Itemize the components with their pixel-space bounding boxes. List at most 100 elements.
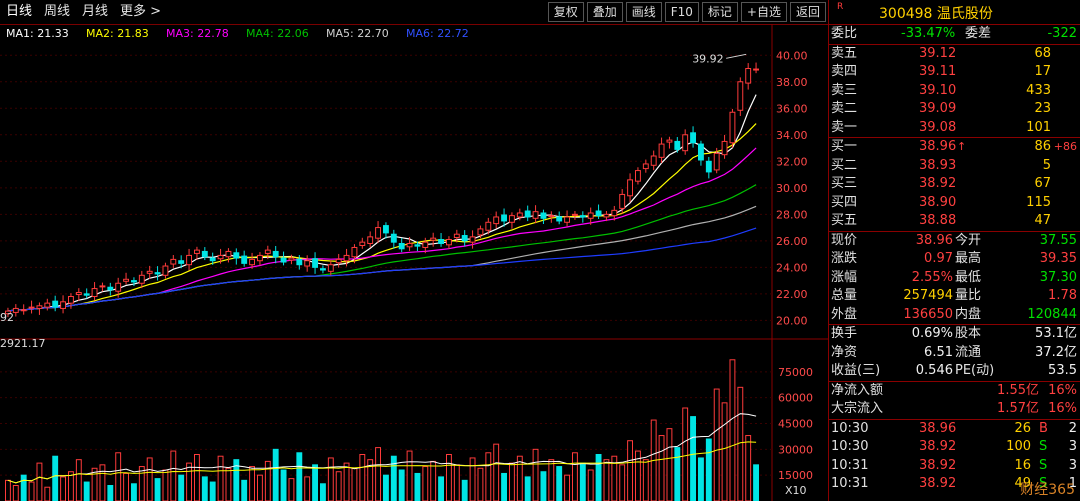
ask-book: 卖五 39.12 68 卖四 39.11 17 卖三 39.10 433 卖二 39.09 23 卖一 3… <box>829 45 1080 138</box>
volume-bar <box>327 457 334 501</box>
volume-bar <box>438 476 445 501</box>
candle <box>650 150 657 171</box>
volume-bar <box>619 464 626 501</box>
fundamental-label: 收益(三) <box>831 363 881 378</box>
weicha-label: 委差 <box>965 26 992 41</box>
price-tick-label: 38.00 <box>776 76 808 89</box>
volume-bar <box>469 457 476 501</box>
add-watchlist-button[interactable]: +自选 <box>740 2 787 22</box>
candle <box>430 232 437 247</box>
candle <box>52 295 59 312</box>
bid-price: 38.96 <box>919 139 957 154</box>
stat-label: 现价 <box>831 232 858 248</box>
candle <box>75 288 82 302</box>
price-stats: 现价 38.96 今开 37.55 涨跌 0.97 最高 39.35 涨幅 2.55% 最低 37.3… <box>829 232 1080 325</box>
fundamental-value: 0.546 <box>915 363 953 378</box>
bid-row: 买五 38.88 47 <box>829 212 1080 231</box>
candle <box>375 221 382 244</box>
volume-bar <box>587 469 594 501</box>
bid-row: 买三 38.92 67 <box>829 175 1080 194</box>
adjust-button[interactable]: 复权 <box>547 2 584 22</box>
bid-label: 买三 <box>831 176 858 191</box>
candle <box>272 246 279 264</box>
tab-daily[interactable]: 日线 <box>0 3 38 21</box>
tick-row: 10:30 38.92 100 S 3 <box>829 438 1080 457</box>
volume-bar <box>107 485 114 501</box>
tick-count: 2 <box>1068 420 1077 436</box>
tab-weekly[interactable]: 周线 <box>38 3 76 21</box>
ask-row: 卖五 39.12 68 <box>829 45 1080 64</box>
volume-bar <box>571 452 578 501</box>
volume-bar <box>753 464 760 501</box>
price-tick-label: 30.00 <box>776 182 808 195</box>
tick-count: 3 <box>1068 457 1077 473</box>
ask-label: 卖四 <box>831 64 858 79</box>
stat-row: 外盘 136650 内盘 120844 <box>829 306 1080 325</box>
overlay-button[interactable]: 叠加 <box>586 2 623 22</box>
tick-price: 38.92 <box>919 439 957 454</box>
volume-bar <box>36 462 43 501</box>
volume-bar <box>20 474 27 501</box>
volume-bar <box>288 478 295 501</box>
back-button[interactable]: 返回 <box>789 2 826 22</box>
stat-label: 内盘 <box>955 306 982 322</box>
candle <box>705 156 712 179</box>
candle <box>721 134 728 159</box>
mark-button[interactable]: 标记 <box>701 2 738 22</box>
volume-tick-label: 45000 <box>778 418 813 431</box>
candles <box>4 62 760 318</box>
weibi-value: -33.47% <box>901 26 956 41</box>
stat-label: 最低 <box>955 269 982 285</box>
bid-label: 买一 <box>831 139 858 154</box>
stat-value: 0.97 <box>924 251 953 266</box>
fundamentals: 换手 0.69% 股本 53.1亿 净资 6.51 流通 37.2亿 收益(三) 0.546 PE(… <box>829 325 1080 381</box>
volume-bar <box>264 460 271 501</box>
f10-button[interactable]: F10 <box>664 2 699 22</box>
volume-bar <box>123 472 130 501</box>
tick-volume: 26 <box>1014 420 1031 436</box>
volume-bar <box>642 459 649 501</box>
volume-bar <box>382 474 389 501</box>
tab-more[interactable]: 更多 > <box>114 3 167 21</box>
fundamental-row: 收益(三) 0.546 PE(动) 53.5 <box>829 362 1080 381</box>
ask-volume: 68 <box>1034 45 1051 61</box>
candle <box>438 233 445 247</box>
bid-row: 买四 38.90 115 <box>829 194 1080 213</box>
volume-bar <box>532 448 539 501</box>
volume-bar <box>666 428 673 501</box>
fundamental-value: 0.69% <box>911 326 953 341</box>
bid-label: 买二 <box>831 157 858 173</box>
stat-label: 涨跌 <box>831 251 858 266</box>
ma1-label: MA1: 21.33 <box>6 27 69 40</box>
ma2-label: MA2: 21.83 <box>86 27 149 40</box>
stat-row: 涨跌 0.97 最高 39.35 <box>829 250 1080 269</box>
draw-button[interactable]: 画线 <box>625 2 662 22</box>
ask-volume: 433 <box>1026 82 1051 98</box>
chart-grid <box>0 24 828 501</box>
candle <box>737 77 744 116</box>
bid-volume: 47 <box>1034 213 1051 228</box>
volume-bar <box>564 474 571 501</box>
volume-bar <box>99 464 106 501</box>
stat-value: 38.96 <box>915 232 953 248</box>
volume-bar <box>44 486 51 501</box>
volume-bar <box>186 462 193 501</box>
ask-volume: 17 <box>1034 64 1051 79</box>
volume-bar <box>627 440 634 501</box>
price-tick-label: 32.00 <box>776 155 808 168</box>
candle <box>382 222 389 239</box>
candle <box>690 126 697 148</box>
candle <box>36 302 43 315</box>
ma-lines <box>7 53 757 312</box>
candle <box>359 237 366 249</box>
kline-chart[interactable]: MA1: 21.33 MA2: 21.83 MA3: 22.78 MA4: 22… <box>0 24 828 501</box>
ma1-line <box>7 94 757 312</box>
volume-bar <box>178 474 185 501</box>
ask-row: 卖二 39.09 23 <box>829 100 1080 119</box>
ask-volume: 23 <box>1034 101 1051 116</box>
tab-monthly[interactable]: 月线 <box>76 3 114 21</box>
volume-bar <box>343 462 350 501</box>
candle <box>524 205 531 222</box>
price-tick-label: 40.00 <box>776 49 808 62</box>
tick-volume: 16 <box>1014 457 1031 473</box>
